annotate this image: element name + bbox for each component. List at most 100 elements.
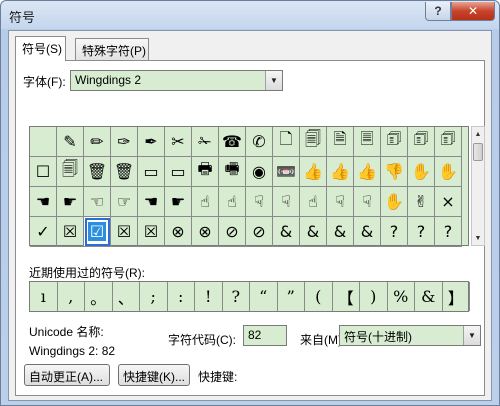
symbol-cell[interactable]: 🗊 <box>408 127 435 157</box>
recent-symbol-cell[interactable]: 】 <box>443 282 470 311</box>
recent-symbol-cell[interactable]: & <box>415 282 443 311</box>
recent-symbol-cell[interactable]: % <box>388 282 415 311</box>
recent-symbol-cell[interactable]: ” <box>278 282 305 311</box>
symbol-cell[interactable]: 🗊 <box>435 127 462 157</box>
symbol-cell[interactable]: 🗊 <box>381 127 408 157</box>
recent-symbol-cell[interactable]: 、 <box>113 282 140 311</box>
symbol-cell[interactable]: 👎 <box>381 157 408 187</box>
symbol-cell[interactable]: ✋ <box>408 157 435 187</box>
shortcut-key-button[interactable]: 快捷键(K)... <box>118 364 190 386</box>
symbol-cell[interactable]: ✋ <box>381 187 408 217</box>
symbol-cell[interactable]: ✏ <box>84 127 111 157</box>
symbol-glyph: & <box>279 222 293 241</box>
character-code-input[interactable]: 82 <box>243 325 287 346</box>
from-select[interactable]: 符号(十进制) ▼ <box>339 325 481 346</box>
symbol-cell[interactable]: 🗑 <box>111 157 138 187</box>
symbol-cell[interactable]: ▭ <box>138 157 165 187</box>
symbol-cell[interactable]: ◉ <box>246 157 273 187</box>
font-select[interactable]: Wingdings 2 ▼ <box>70 70 283 91</box>
symbol-cell[interactable]: & <box>273 217 300 247</box>
symbol-cell[interactable]: & <box>300 217 327 247</box>
recent-symbol-cell[interactable]: ; <box>140 282 168 311</box>
symbol-cell[interactable]: 👍 <box>354 157 381 187</box>
symbol-cell[interactable]: ☟ <box>327 187 354 217</box>
symbol-cell[interactable]: 🖷 <box>219 157 246 187</box>
help-button[interactable]: ? <box>425 2 451 21</box>
recent-symbol-cell[interactable]: ! <box>195 282 223 311</box>
symbol-cell[interactable]: ? <box>381 217 408 247</box>
symbol-cell[interactable]: ☟ <box>354 187 381 217</box>
symbol-glyph: 🗊 <box>386 129 402 148</box>
symbol-cell[interactable]: ☝ <box>300 187 327 217</box>
symbol-cell[interactable]: & <box>354 217 381 247</box>
recent-symbol-cell[interactable]: ) <box>360 282 388 311</box>
symbol-glyph: ☟ <box>335 192 345 211</box>
symbol-cell[interactable]: 👍 <box>300 157 327 187</box>
symbol-cell[interactable]: ✋ <box>435 157 462 187</box>
symbol-cell[interactable]: ☝ <box>219 187 246 217</box>
symbol-cell[interactable]: ✒ <box>138 127 165 157</box>
symbol-cell[interactable]: ☜ <box>84 187 111 217</box>
symbol-cell[interactable]: 🗐 <box>300 127 327 157</box>
symbol-cell[interactable] <box>30 127 57 157</box>
tab-symbols[interactable]: 符号(S) <box>15 36 66 61</box>
recent-symbol-cell[interactable]: ( <box>305 282 333 311</box>
symbol-cell[interactable]: ⊗ <box>165 217 192 247</box>
symbol-cell[interactable]: ✁ <box>192 127 219 157</box>
symbol-cell[interactable]: 🖶 <box>192 157 219 187</box>
symbol-cell[interactable]: ☒ <box>57 217 84 247</box>
recent-symbol-cell[interactable]: ? <box>223 282 250 311</box>
symbol-cell[interactable]: 🗐 <box>57 157 84 187</box>
symbol-cell[interactable]: ⊗ <box>192 217 219 247</box>
scroll-up-icon[interactable]: ▲ <box>472 127 484 141</box>
recent-symbol-cell[interactable]: 。 <box>85 282 113 311</box>
symbol-cell[interactable]: ☞ <box>111 187 138 217</box>
symbol-cell[interactable]: ☟ <box>273 187 300 217</box>
symbol-cell[interactable]: 👍 <box>327 157 354 187</box>
symbol-cell[interactable]: ✎ <box>57 127 84 157</box>
recent-symbol-cell[interactable]: , <box>58 282 85 311</box>
symbol-cell[interactable]: ☒ <box>111 217 138 247</box>
symbol-cell[interactable]: ✆ <box>246 127 273 157</box>
symbol-cell[interactable]: ⊘ <box>246 217 273 247</box>
symbol-cell[interactable]: ☚ <box>138 187 165 217</box>
recent-symbol-cell[interactable]: : <box>168 282 195 311</box>
symbol-glyph: 👍 <box>357 162 377 181</box>
symbol-cell[interactable]: ☐ <box>30 157 57 187</box>
symbol-cell[interactable]: ▭ <box>165 157 192 187</box>
dialog-body: 符号(S) 特殊字符(P) 字体(F): Wingdings 2 ▼ ✎ ✏ ✑ ✒ ✂… <box>8 30 492 401</box>
symbol-cell[interactable]: ✂ <box>165 127 192 157</box>
symbol-cell[interactable]: & <box>327 217 354 247</box>
symbol-cell[interactable]: ? <box>435 217 462 247</box>
symbol-cell[interactable]: ✌ <box>408 187 435 217</box>
recent-symbol-cell[interactable]: ı <box>30 282 58 311</box>
scroll-down-icon[interactable]: ▼ <box>472 231 484 245</box>
scroll-thumb[interactable] <box>473 143 483 161</box>
symbol-cell[interactable]: ☝ <box>192 187 219 217</box>
symbol-cell[interactable]: × <box>435 187 462 217</box>
symbol-grid-scrollbar[interactable]: ▲ ▼ <box>471 126 485 246</box>
symbol-cell[interactable]: ⊘ <box>219 217 246 247</box>
symbol-cell[interactable]: 🗏 <box>354 127 381 157</box>
symbol-cell[interactable]: ☎ <box>219 127 246 157</box>
symbol-cell[interactable]: 🗑 <box>84 157 111 187</box>
chevron-down-icon[interactable]: ▼ <box>265 71 282 90</box>
symbol-cell[interactable]: ☚ <box>30 187 57 217</box>
symbol-cell[interactable]: ✑ <box>111 127 138 157</box>
autocorrect-button[interactable]: 自动更正(A)... <box>24 364 110 386</box>
symbol-cell[interactable]: ☒ <box>138 217 165 247</box>
symbol-cell[interactable]: 🗋 <box>273 127 300 157</box>
symbol-cell[interactable]: ☟ <box>246 187 273 217</box>
tab-special-characters[interactable]: 特殊字符(P) <box>75 38 149 60</box>
close-button[interactable]: ✕ <box>451 2 495 21</box>
recent-symbol-cell[interactable]: “ <box>250 282 278 311</box>
symbol-cell[interactable]: ? <box>408 217 435 247</box>
chevron-down-icon[interactable]: ▼ <box>463 326 480 345</box>
symbol-cell[interactable]: ✓ <box>30 217 57 247</box>
symbol-cell[interactable]: 📼 <box>273 157 300 187</box>
symbol-cell[interactable]: 🗎 <box>327 127 354 157</box>
recent-symbol-cell[interactable]: 【 <box>333 282 360 311</box>
symbol-cell[interactable]: ☛ <box>57 187 84 217</box>
symbol-cell[interactable]: ☑ <box>84 217 111 247</box>
symbol-cell[interactable]: ☛ <box>165 187 192 217</box>
